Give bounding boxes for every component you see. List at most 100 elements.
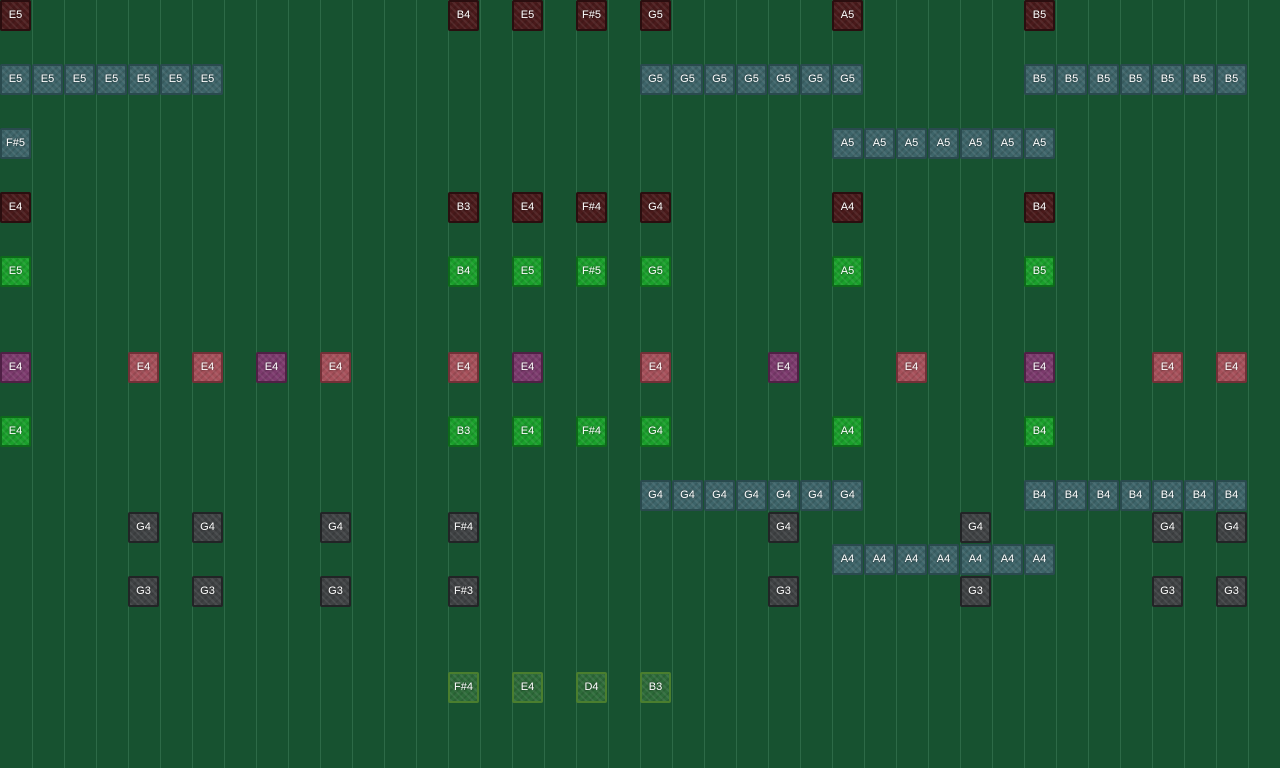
note-block[interactable]: E4 [128, 352, 159, 383]
note-block[interactable]: A4 [864, 544, 895, 575]
note-block[interactable]: E5 [192, 64, 223, 95]
note-block[interactable]: A5 [832, 0, 863, 31]
note-block[interactable]: E4 [448, 352, 479, 383]
note-block[interactable]: E4 [512, 192, 543, 223]
note-block[interactable]: E4 [896, 352, 927, 383]
note-block[interactable]: B4 [1216, 480, 1247, 511]
note-block[interactable]: B5 [1088, 64, 1119, 95]
note-block[interactable]: B4 [1024, 480, 1055, 511]
note-block[interactable]: G4 [1152, 512, 1183, 543]
note-block[interactable]: G4 [192, 512, 223, 543]
note-block[interactable]: G4 [960, 512, 991, 543]
note-block[interactable]: E5 [0, 256, 31, 287]
note-block[interactable]: B4 [448, 0, 479, 31]
note-block[interactable]: G4 [640, 416, 671, 447]
note-block[interactable]: G4 [704, 480, 735, 511]
note-block[interactable]: F#5 [576, 0, 607, 31]
note-block[interactable]: F#3 [448, 576, 479, 607]
note-block[interactable]: G4 [672, 480, 703, 511]
note-block[interactable]: A4 [960, 544, 991, 575]
note-block[interactable]: A5 [832, 256, 863, 287]
note-block[interactable]: B5 [1056, 64, 1087, 95]
note-block[interactable]: D4 [576, 672, 607, 703]
note-block[interactable]: B4 [1184, 480, 1215, 511]
note-block[interactable]: A5 [960, 128, 991, 159]
note-block[interactable]: A4 [896, 544, 927, 575]
note-block[interactable]: G5 [768, 64, 799, 95]
note-block[interactable]: G5 [672, 64, 703, 95]
note-block[interactable]: E4 [0, 192, 31, 223]
note-block[interactable]: G4 [800, 480, 831, 511]
note-block[interactable]: E4 [512, 352, 543, 383]
note-block[interactable]: A4 [992, 544, 1023, 575]
note-block[interactable]: E5 [160, 64, 191, 95]
note-block[interactable]: G4 [320, 512, 351, 543]
note-block[interactable]: G3 [192, 576, 223, 607]
note-block[interactable]: G4 [736, 480, 767, 511]
note-block[interactable]: A5 [864, 128, 895, 159]
note-block[interactable]: A5 [992, 128, 1023, 159]
note-block[interactable]: E5 [32, 64, 63, 95]
note-block[interactable]: B3 [448, 192, 479, 223]
note-block[interactable]: G3 [1152, 576, 1183, 607]
note-block[interactable]: F#5 [0, 128, 31, 159]
note-block[interactable]: G4 [1216, 512, 1247, 543]
note-block[interactable]: E5 [512, 256, 543, 287]
note-block[interactable]: G5 [736, 64, 767, 95]
note-block[interactable]: E4 [512, 416, 543, 447]
note-block[interactable]: F#4 [576, 192, 607, 223]
note-block[interactable]: G3 [128, 576, 159, 607]
note-block[interactable]: E5 [96, 64, 127, 95]
note-block[interactable]: B4 [1088, 480, 1119, 511]
note-block[interactable]: E4 [0, 352, 31, 383]
note-block[interactable]: B4 [448, 256, 479, 287]
note-block[interactable]: E4 [640, 352, 671, 383]
note-block[interactable]: F#4 [576, 416, 607, 447]
note-block[interactable]: E4 [256, 352, 287, 383]
note-block[interactable]: G5 [640, 256, 671, 287]
note-block[interactable]: E4 [1152, 352, 1183, 383]
note-block[interactable]: E4 [320, 352, 351, 383]
note-block[interactable]: B5 [1152, 64, 1183, 95]
note-block[interactable]: B5 [1024, 256, 1055, 287]
note-block[interactable]: B3 [640, 672, 671, 703]
note-block[interactable]: E4 [0, 416, 31, 447]
note-block[interactable]: B4 [1024, 416, 1055, 447]
note-block[interactable]: E5 [0, 64, 31, 95]
note-block[interactable]: E4 [1024, 352, 1055, 383]
note-block[interactable]: G5 [800, 64, 831, 95]
note-block[interactable]: E5 [0, 0, 31, 31]
note-block[interactable]: A5 [1024, 128, 1055, 159]
note-block[interactable]: F#4 [448, 512, 479, 543]
note-block[interactable]: B4 [1152, 480, 1183, 511]
note-block[interactable]: G3 [320, 576, 351, 607]
note-block[interactable]: G4 [768, 480, 799, 511]
note-block[interactable]: G4 [640, 480, 671, 511]
note-block[interactable]: E5 [128, 64, 159, 95]
note-block[interactable]: B4 [1056, 480, 1087, 511]
note-block[interactable]: A5 [928, 128, 959, 159]
note-block[interactable]: A4 [832, 192, 863, 223]
note-block[interactable]: G4 [832, 480, 863, 511]
note-block[interactable]: G4 [768, 512, 799, 543]
note-block[interactable]: E4 [768, 352, 799, 383]
note-block[interactable]: A4 [1024, 544, 1055, 575]
note-block[interactable]: B5 [1024, 64, 1055, 95]
note-block[interactable]: A4 [832, 544, 863, 575]
note-block[interactable]: E5 [64, 64, 95, 95]
note-block[interactable]: G3 [1216, 576, 1247, 607]
note-block[interactable]: A4 [928, 544, 959, 575]
note-block[interactable]: B5 [1184, 64, 1215, 95]
note-block[interactable]: B3 [448, 416, 479, 447]
note-block[interactable]: F#4 [448, 672, 479, 703]
note-block[interactable]: G3 [960, 576, 991, 607]
note-block[interactable]: E4 [192, 352, 223, 383]
note-block[interactable]: G5 [704, 64, 735, 95]
note-block[interactable]: E5 [512, 0, 543, 31]
note-block[interactable]: G4 [128, 512, 159, 543]
note-block[interactable]: A5 [896, 128, 927, 159]
note-block[interactable]: E4 [1216, 352, 1247, 383]
note-block[interactable]: B4 [1024, 192, 1055, 223]
note-block[interactable]: F#5 [576, 256, 607, 287]
note-block[interactable]: G5 [832, 64, 863, 95]
